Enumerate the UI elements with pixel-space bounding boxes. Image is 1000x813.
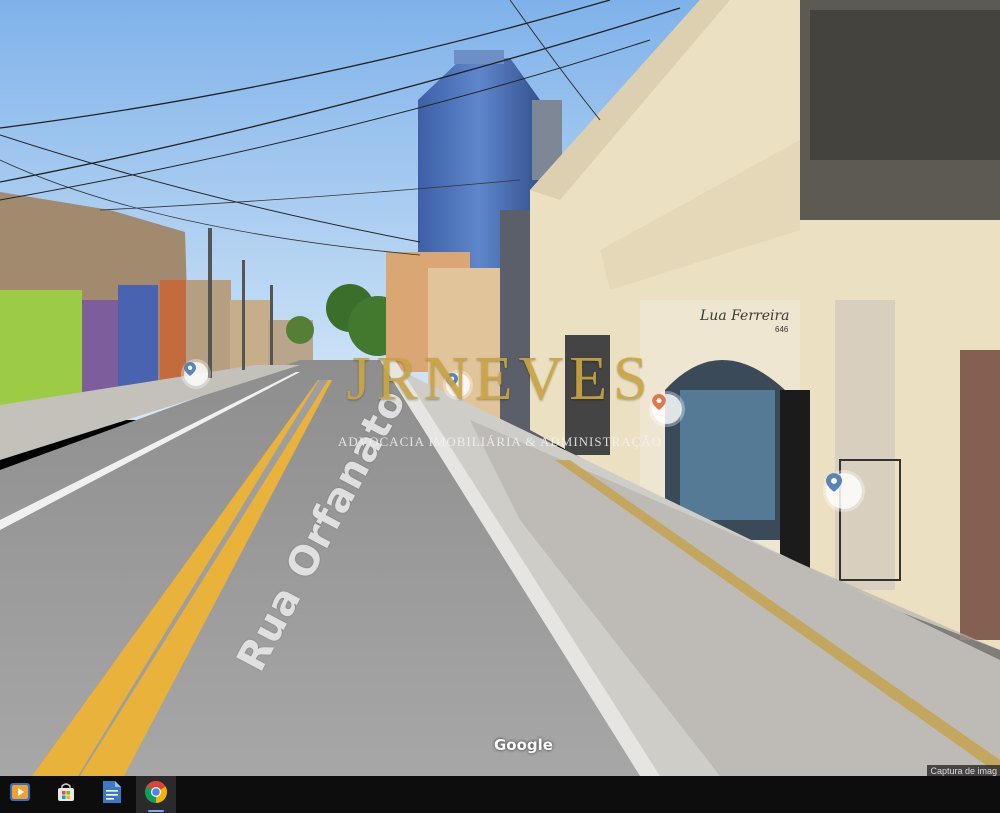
taskbar-document[interactable] — [92, 776, 132, 813]
street-view-panorama[interactable]: Lua Ferreira 646 Rua Orfanato JRNEVES AD… — [0, 0, 1000, 776]
document-icon — [103, 781, 121, 808]
google-logo: Google — [494, 736, 553, 754]
location-pin-icon[interactable] — [826, 473, 862, 509]
location-pin-icon[interactable] — [184, 362, 208, 386]
building-number: 646 — [775, 325, 789, 334]
shop-sign: Lua Ferreira — [699, 308, 790, 324]
chrome-icon — [145, 781, 167, 808]
watermark-title: JRNEVES — [346, 345, 654, 413]
taskbar-store[interactable] — [46, 776, 86, 813]
watermark: JRNEVES ADVOCACIA IMOBILIÁRIA & ADMINIST… — [330, 344, 670, 450]
watermark-subtitle: ADVOCACIA IMOBILIÁRIA & ADMINISTRAÇÃO — [337, 434, 663, 449]
store-icon — [56, 782, 76, 807]
taskbar-media-player[interactable] — [0, 776, 40, 813]
taskbar-chrome[interactable] — [136, 776, 176, 813]
taskbar — [0, 776, 1000, 813]
media-player-icon — [10, 783, 30, 806]
